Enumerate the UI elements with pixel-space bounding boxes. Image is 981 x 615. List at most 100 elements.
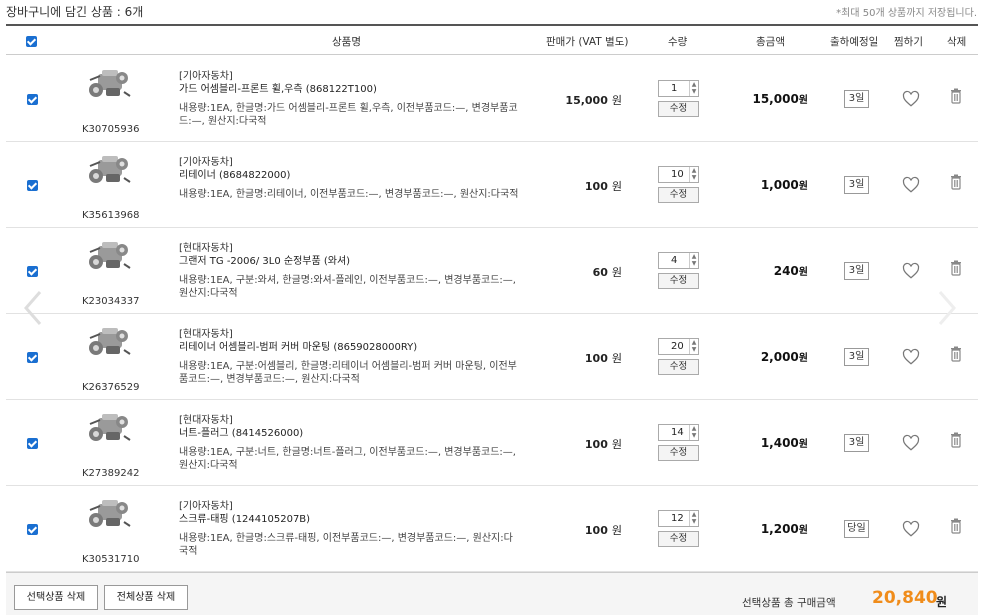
stepper-arrows-icon[interactable]: ▲ ▼ [689,81,698,96]
ship-date-badge: 3일 [844,262,869,280]
trash-icon[interactable] [950,518,962,534]
row-checkbox[interactable] [27,524,38,535]
heart-icon[interactable] [902,262,920,280]
product-code: K30531710 [82,554,140,565]
delete-selected-button[interactable]: 선택상품 삭제 [14,585,98,610]
cart-row: K30531710 [기아자동차] 스크류-태핑 (1244105207B) 내… [6,486,978,572]
item-total: 1,200원 [760,522,808,536]
modify-qty-button[interactable]: 수정 [658,531,699,547]
chevron-right-icon[interactable] [936,290,958,326]
stepper-arrows-icon[interactable]: ▲ ▼ [689,253,698,268]
product-name[interactable]: 그랜저 TG -2006/ 3L0 순정부품 (와셔) [179,252,350,267]
row-checkbox[interactable] [27,266,38,277]
unit-price: 60 원 [592,266,622,279]
unit-price: 100 원 [584,180,622,193]
col-total: 총금액 [756,36,785,48]
trash-icon[interactable] [950,432,962,448]
unit-price: 100 원 [584,524,622,537]
product-thumbnail [88,241,131,270]
cart-row: K35613968 [기아자동차] 리테이너 (8684822000) 내용량:… [6,142,978,228]
modify-qty-button[interactable]: 수정 [658,101,699,117]
product-name[interactable]: 리테이너 어셈블리-범퍼 커버 마운팅 (8659028000RY) [179,338,417,353]
heart-icon[interactable] [902,90,920,108]
product-thumbnail [88,413,131,442]
stepper-arrows-icon[interactable]: ▲ ▼ [689,425,698,440]
product-code: K26376529 [82,382,140,393]
heart-icon[interactable] [902,520,920,538]
col-wish: 찜하기 [894,36,923,48]
product-thumbnail [88,155,131,184]
table-header: 상품명 판매가 (VAT 별도) 수량 총금액 출하예정일 찜하기 삭제 [6,24,978,55]
heart-icon[interactable] [902,348,920,366]
cart-row: K27389242 [현대자동차] 너트-플러그 (8414526000) 내용… [6,400,978,486]
trash-icon[interactable] [950,174,962,190]
sum-unit: 원 [936,595,948,609]
unit-price: 100 원 [584,352,622,365]
quantity-stepper[interactable]: 1 ▲ ▼ [658,80,699,97]
quantity-stepper[interactable]: 14 ▲ ▼ [658,424,699,441]
product-thumbnail [88,327,131,356]
modify-qty-button[interactable]: 수정 [658,445,699,461]
modify-qty-button[interactable]: 수정 [658,187,699,203]
product-code: K23034337 [82,296,140,307]
col-price: 판매가 (VAT 별도) [546,36,629,48]
product-description: 내용량:1EA, 구분:와셔, 한글명:와셔-플레인, 이전부품코드:—, 변경… [179,275,516,299]
ship-date-badge: 당일 [844,520,869,538]
product-name[interactable]: 스크류-태핑 (1244105207B) [179,510,310,525]
cart-row: K23034337 [현대자동차] 그랜저 TG -2006/ 3L0 순정부품… [6,228,978,314]
product-description: 내용량:1EA, 구분:너트, 한글명:너트-플러그, 이전부품코드:—, 변경… [179,447,516,471]
product-code: K30705936 [82,124,140,135]
ship-date-badge: 3일 [844,90,869,108]
col-product: 상품명 [332,36,361,48]
trash-icon[interactable] [950,260,962,276]
product-name[interactable]: 가드 어셈블리-프론트 휠,우측 (868122T100) [179,80,377,95]
row-checkbox[interactable] [27,180,38,191]
stepper-arrows-icon[interactable]: ▲ ▼ [689,339,698,354]
product-name[interactable]: 너트-플러그 (8414526000) [179,424,303,439]
heart-icon[interactable] [902,176,920,194]
heart-icon[interactable] [902,434,920,452]
sum-label: 선택상품 총 구매금액 [742,597,836,609]
product-description: 내용량:1EA, 구분:어셈블리, 한글명:리테이너 어셈블리-범퍼 커버 마운… [179,361,517,385]
col-qty: 수량 [668,36,688,48]
trash-icon[interactable] [950,88,962,104]
product-description: 내용량:1EA, 한글명:리테이너, 이전부품코드:—, 변경부품코드:—, 원… [179,189,519,200]
item-total: 1,400원 [760,436,808,450]
row-checkbox[interactable] [27,438,38,449]
trash-icon[interactable] [950,346,962,362]
modify-qty-button[interactable]: 수정 [658,273,699,289]
product-thumbnail [88,69,131,98]
unit-price: 100 원 [584,438,622,451]
stepper-arrows-icon[interactable]: ▲ ▼ [689,511,698,526]
quantity-stepper[interactable]: 10 ▲ ▼ [658,166,699,183]
quantity-stepper[interactable]: 4 ▲ ▼ [658,252,699,269]
cart-header: 장바구니에 담긴 상품 : 6개 *최대 50개 상품까지 저장됩니다. [0,0,981,22]
cart-footer: 선택상품 삭제 전체상품 삭제 선택상품 총 구매금액 20,840 원 [6,572,978,615]
cart-row: K30705936 [기아자동차] 가드 어셈블리-프론트 휠,우측 (8681… [6,56,978,142]
cart-title: 장바구니에 담긴 상품 : 6개 [6,5,144,19]
ship-date-badge: 3일 [844,434,869,452]
unit-price: 15,000 원 [565,94,622,107]
ship-date-badge: 3일 [844,348,869,366]
modify-qty-button[interactable]: 수정 [658,359,699,375]
product-code: K35613968 [82,210,140,221]
cart-limit-notice: *최대 50개 상품까지 저장됩니다. [836,8,977,19]
item-total: 2,000원 [760,350,808,364]
product-thumbnail [88,499,131,528]
quantity-stepper[interactable]: 20 ▲ ▼ [658,338,699,355]
stepper-arrows-icon[interactable]: ▲ ▼ [689,167,698,182]
col-delete: 삭제 [947,36,967,48]
delete-all-button[interactable]: 전체상품 삭제 [104,585,188,610]
quantity-stepper[interactable]: 12 ▲ ▼ [658,510,699,527]
item-total: 240원 [773,264,808,278]
row-checkbox[interactable] [27,352,38,363]
cart-row: K26376529 [현대자동차] 리테이너 어셈블리-범퍼 커버 마운팅 (8… [6,314,978,400]
item-total: 15,000원 [752,92,808,106]
select-all-checkbox[interactable] [26,36,37,47]
product-name[interactable]: 리테이너 (8684822000) [179,166,290,181]
chevron-left-icon[interactable] [22,290,44,326]
ship-date-badge: 3일 [844,176,869,194]
product-description: 내용량:1EA, 한글명:스크류-태핑, 이전부품코드:—, 변경부품코드:—,… [179,533,513,557]
col-ship: 출하예정일 [830,36,879,48]
row-checkbox[interactable] [27,94,38,105]
